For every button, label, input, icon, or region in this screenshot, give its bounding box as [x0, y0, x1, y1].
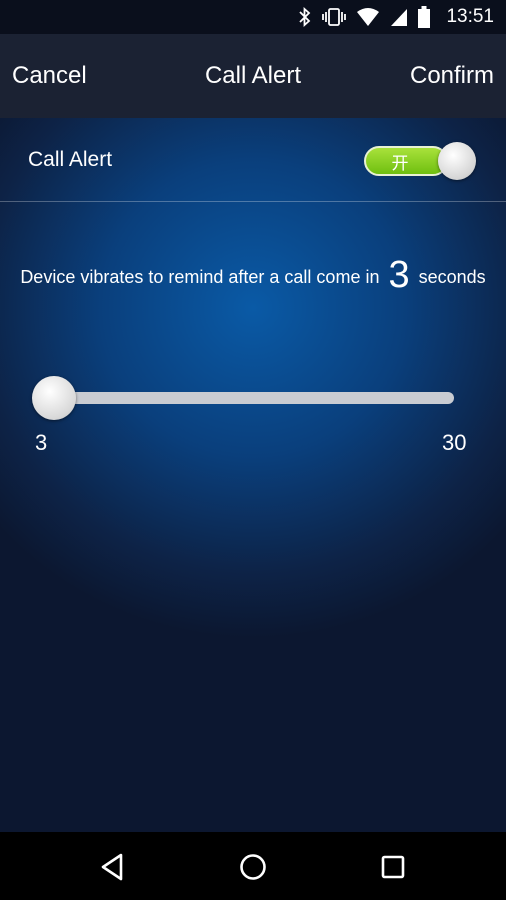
- wifi-icon: [356, 7, 380, 27]
- slider-thumb[interactable]: [32, 376, 76, 420]
- confirm-button[interactable]: Confirm: [410, 62, 494, 90]
- vibrate-description: Device vibrates to remind after a call c…: [0, 254, 506, 297]
- seconds-value: 3: [388, 254, 410, 296]
- cancel-button[interactable]: Cancel: [12, 62, 87, 90]
- description-suffix: seconds: [418, 267, 486, 287]
- bluetooth-icon: [298, 7, 312, 27]
- toggle-knob: [438, 142, 476, 180]
- signal-icon: [390, 7, 408, 27]
- delay-slider[interactable]: [32, 376, 462, 420]
- main-content: Call Alert 开 Device vibrates to remind a…: [0, 118, 506, 832]
- call-alert-label: Call Alert: [28, 148, 113, 171]
- home-icon[interactable]: [236, 850, 270, 884]
- back-icon[interactable]: [96, 850, 130, 884]
- status-bar: 13:51: [0, 0, 506, 34]
- slider-max-label: 30: [442, 430, 467, 455]
- description-prefix: Device vibrates to remind after a call c…: [20, 267, 380, 287]
- recents-icon[interactable]: [376, 850, 410, 884]
- battery-icon: [418, 6, 431, 28]
- call-alert-row: Call Alert 开: [0, 118, 506, 202]
- slider-min-label: 3: [35, 430, 48, 455]
- call-alert-toggle[interactable]: 开: [364, 142, 476, 180]
- toggle-track: 开: [364, 146, 448, 176]
- toggle-text: 开: [391, 153, 409, 173]
- app-bar: Cancel Call Alert Confirm: [0, 34, 506, 118]
- vibrate-icon: [322, 7, 347, 27]
- navigation-bar: [0, 832, 506, 900]
- slider-track[interactable]: [42, 392, 454, 404]
- status-time: 13:51: [446, 6, 494, 27]
